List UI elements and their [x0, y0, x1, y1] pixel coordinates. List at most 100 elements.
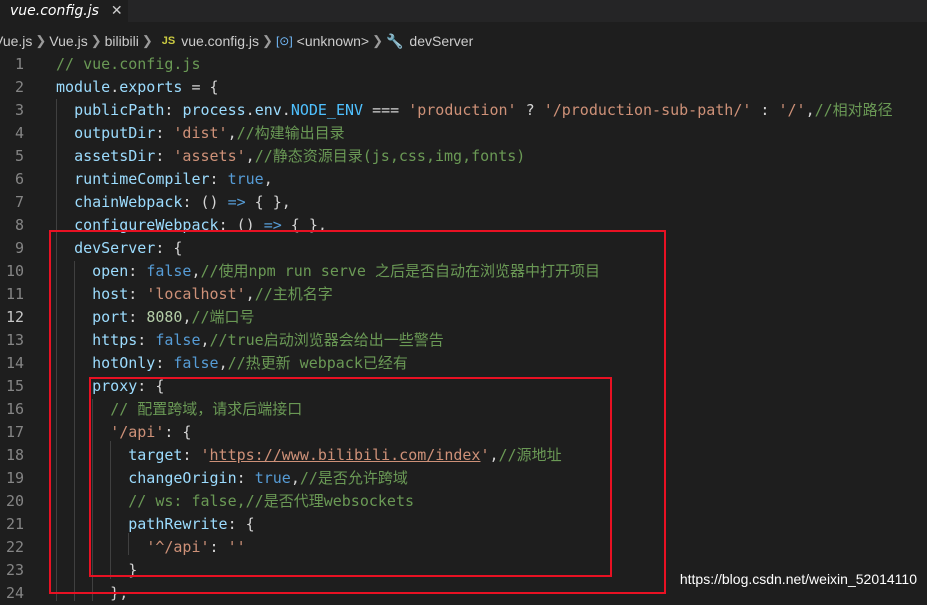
code-token: . — [110, 78, 120, 96]
breadcrumb-file[interactable]: vue.config.js — [181, 33, 259, 49]
breadcrumb-symbol-unknown[interactable]: <unknown> — [297, 33, 369, 49]
breadcrumb-folder-vuejs-root[interactable]: Vue.js — [0, 33, 32, 49]
editor-tab-bar: vue.config.js ✕ — [0, 0, 927, 22]
symbol-variable-icon: [⊙] — [275, 34, 293, 48]
line-number: 22 — [5, 538, 24, 556]
code-line[interactable]: 4 outputDir: 'dist',//构建输出目录 — [0, 122, 927, 145]
code-token: process — [182, 101, 246, 119]
code-line[interactable]: 5 assetsDir: 'assets',//静态资源目录(js,css,im… — [0, 145, 927, 168]
line-number: 17 — [5, 423, 24, 441]
line-code[interactable]: outputDir: 'dist',//构建输出目录 — [56, 122, 345, 145]
tab-vue-config[interactable]: vue.config.js ✕ — [0, 0, 128, 22]
line-number: 20 — [5, 492, 24, 510]
code-token: : — [155, 147, 174, 165]
code-token: = { — [182, 78, 219, 96]
line-number: 9 — [14, 239, 24, 257]
breadcrumb: Vue.js ❯ Vue.js ❯ bilibili ❯ JS vue.conf… — [0, 29, 921, 53]
code-line[interactable]: 1 // vue.config.js — [0, 53, 927, 76]
code-token: : () — [182, 193, 228, 211]
code-token: : — [209, 170, 228, 188]
code-token: chainWebpack — [74, 193, 183, 211]
code-token: // vue.config.js — [56, 55, 201, 73]
code-token: , — [263, 170, 273, 188]
line-number: 4 — [14, 124, 24, 142]
line-number: 3 — [14, 101, 24, 119]
code-token: runtimeCompiler — [74, 170, 210, 188]
code-token: 'production' — [408, 101, 517, 119]
watermark: https://blog.csdn.net/weixin_52014110 — [679, 571, 917, 587]
line-number: 12 — [5, 308, 24, 326]
code-token: ? — [516, 101, 544, 119]
line-number: 21 — [5, 515, 24, 533]
code-token: . — [245, 101, 255, 119]
code-line[interactable]: 3 publicPath: process.env.NODE_ENV === '… — [0, 99, 927, 122]
wrench-icon: 🔧 — [385, 32, 404, 49]
code-token: : — [155, 124, 174, 142]
code-token: //相对路径 — [814, 101, 893, 119]
code-token: 'dist' — [173, 124, 228, 142]
chevron-right-icon: ❯ — [141, 33, 153, 48]
chevron-right-icon: ❯ — [262, 33, 273, 48]
code-token: assetsDir — [74, 147, 156, 165]
line-code[interactable]: module.exports = { — [56, 76, 219, 99]
code-token: true — [227, 170, 264, 188]
tab-title[interactable]: vue.config.js — [10, 3, 99, 19]
breadcrumb-folder-vuejs[interactable]: Vue.js — [49, 33, 87, 49]
code-token: outputDir — [74, 124, 156, 142]
line-number: 15 — [5, 377, 24, 395]
line-code[interactable]: // vue.config.js — [56, 53, 201, 76]
code-token: '/' — [778, 101, 806, 119]
code-token: publicPath — [74, 101, 165, 119]
code-token: //静态资源目录(js,css,img,fonts) — [254, 147, 526, 165]
code-token: . — [281, 101, 291, 119]
line-number: 2 — [14, 78, 24, 96]
line-number: 18 — [5, 446, 24, 464]
code-token: module — [56, 78, 111, 96]
code-token: { }, — [245, 193, 291, 211]
code-token: '/production-sub-path/' — [543, 101, 752, 119]
line-number: 13 — [5, 331, 24, 349]
line-code[interactable]: runtimeCompiler: true, — [56, 168, 273, 191]
line-number: 7 — [14, 193, 24, 211]
code-token: exports — [119, 78, 183, 96]
line-number: 11 — [5, 285, 24, 303]
proxy-highlight-box — [89, 377, 612, 577]
breadcrumb-symbol-devserver[interactable]: devServer — [409, 33, 473, 49]
code-line[interactable]: 6 runtimeCompiler: true, — [0, 168, 927, 191]
line-code[interactable]: chainWebpack: () => { }, — [56, 191, 291, 214]
chevron-right-icon: ❯ — [90, 33, 102, 48]
code-token: NODE_ENV — [290, 101, 364, 119]
code-token: : — [164, 101, 183, 119]
line-number: 10 — [5, 262, 24, 280]
close-icon[interactable]: ✕ — [111, 3, 123, 19]
code-token: === — [363, 101, 409, 119]
code-token: , — [805, 101, 815, 119]
code-token: 'assets' — [173, 147, 246, 165]
line-code[interactable]: assetsDir: 'assets',//静态资源目录(js,css,img,… — [56, 145, 525, 168]
line-number: 8 — [14, 216, 24, 234]
code-token: //构建输出目录 — [236, 124, 345, 142]
line-number: 24 — [5, 584, 24, 602]
code-token: => — [227, 193, 246, 211]
js-file-icon: JS — [161, 35, 176, 47]
line-number: 19 — [5, 469, 24, 487]
code-line[interactable]: 2 module.exports = { — [0, 76, 927, 99]
code-line[interactable]: 7 chainWebpack: () => { }, — [0, 191, 927, 214]
line-number: 16 — [5, 400, 24, 418]
code-token: , — [227, 124, 237, 142]
code-token: , — [245, 147, 255, 165]
code-token: env — [254, 101, 282, 119]
code-token: : — [751, 101, 779, 119]
line-number: 14 — [5, 354, 24, 372]
line-number: 1 — [14, 55, 24, 73]
line-number: 5 — [14, 147, 24, 165]
line-code[interactable]: publicPath: process.env.NODE_ENV === 'pr… — [56, 99, 893, 122]
breadcrumb-folder-bilibili[interactable]: bilibili — [105, 33, 139, 49]
line-number: 23 — [5, 561, 24, 579]
chevron-right-icon: ❯ — [35, 33, 47, 48]
